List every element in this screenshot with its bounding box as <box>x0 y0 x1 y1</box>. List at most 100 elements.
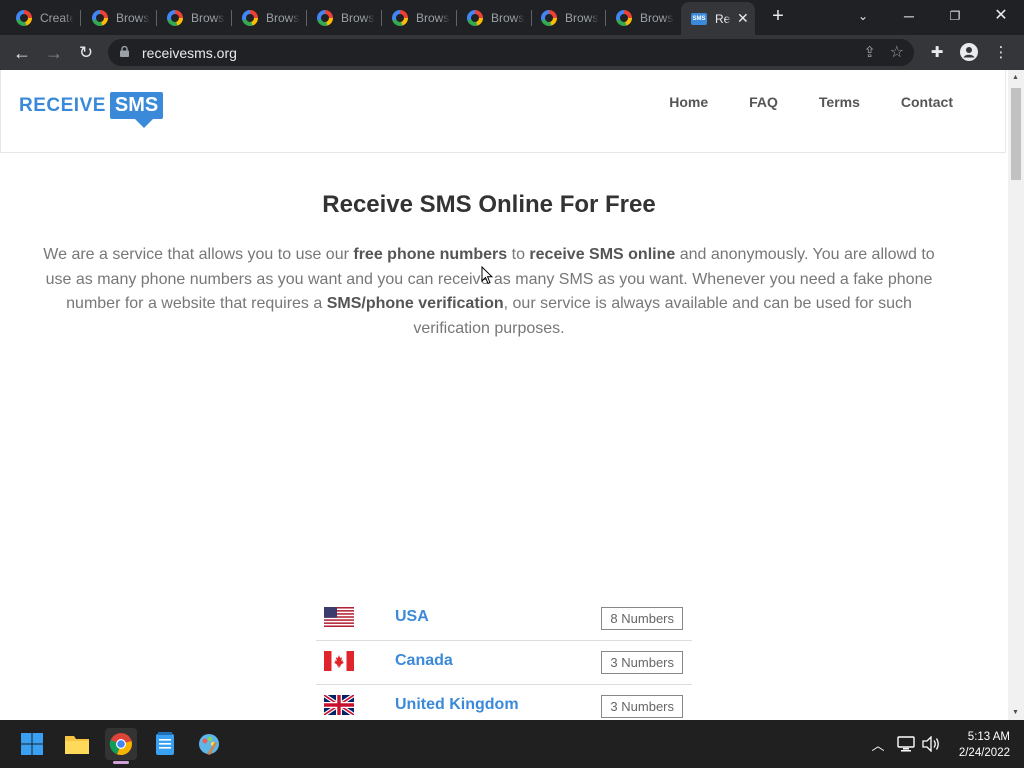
tab-title: Browse <box>565 10 599 25</box>
browser-tab[interactable]: Browse <box>82 4 157 31</box>
google-favicon-icon <box>92 9 108 26</box>
google-favicon-icon <box>16 9 32 26</box>
tab-title: Receive SMS <box>715 11 731 26</box>
google-favicon-icon <box>616 9 632 26</box>
tab-title: Browse <box>341 10 375 25</box>
browser-tab[interactable]: Browse <box>232 4 307 31</box>
extensions-puzzle-icon[interactable]: ✚ <box>927 43 947 61</box>
numbers-count-button[interactable]: 3 Numbers <box>601 695 683 718</box>
volume-icon[interactable] <box>922 736 940 752</box>
main-nav: Home FAQ Terms Contact <box>669 94 953 110</box>
google-favicon-icon <box>392 9 408 26</box>
browser-tab[interactable]: Create <box>6 4 81 31</box>
show-hidden-icons-chevron-icon[interactable]: ︿ <box>870 735 886 754</box>
logo-text-receive: RECEIVE <box>19 94 106 116</box>
paint-icon <box>199 734 219 755</box>
tab-title: Browse <box>116 10 150 25</box>
google-favicon-icon <box>167 9 183 26</box>
browser-tab[interactable]: Browse <box>457 4 532 31</box>
google-favicon-icon <box>467 9 483 26</box>
scrollbar-thumb[interactable] <box>1011 88 1021 180</box>
country-link-usa[interactable]: USA <box>395 608 429 626</box>
intro-text: We are a service that allows you to use … <box>43 246 354 263</box>
browser-tab[interactable]: Browse <box>382 4 457 31</box>
sms-favicon-icon: SMS <box>691 12 707 25</box>
browser-tab[interactable]: Browse <box>606 4 681 31</box>
logo-text-sms: SMS <box>109 92 164 128</box>
start-button[interactable] <box>16 728 48 760</box>
page-viewport: RECEIVE SMS Home FAQ Terms Contact Recei… <box>0 70 1008 720</box>
notepad-icon <box>156 732 174 755</box>
minimize-button[interactable]: ─ <box>897 6 921 26</box>
tab-search-chevron-icon[interactable]: ⌄ <box>851 6 875 26</box>
clock-time: 5:13 AM <box>967 731 1010 743</box>
intro-paragraph: We are a service that allows you to use … <box>38 243 940 341</box>
tab-title: Browse <box>491 10 525 25</box>
tab-title: Browse <box>416 10 450 25</box>
country-row: United Kingdom 3 Numbers <box>316 685 692 720</box>
folder-icon <box>65 736 89 754</box>
scroll-down-arrow-icon[interactable]: ▼ <box>1012 709 1019 716</box>
tab-title: Browse <box>640 10 674 25</box>
forward-button[interactable]: → <box>42 41 66 65</box>
google-favicon-icon <box>242 9 258 26</box>
lock-icon <box>120 46 129 57</box>
tab-title: Create <box>40 10 74 25</box>
uk-flag-icon <box>324 695 354 715</box>
back-button[interactable]: ← <box>10 41 34 65</box>
page-title: Receive SMS Online For Free <box>322 191 656 218</box>
numbers-count-button[interactable]: 8 Numbers <box>601 607 683 630</box>
share-icon[interactable]: ⇪ <box>863 43 876 61</box>
country-row: USA 8 Numbers <box>316 597 692 641</box>
site-logo[interactable]: RECEIVE SMS <box>19 92 164 128</box>
tab-title: Browse <box>266 10 300 25</box>
browser-tab-strip: Create Browse Browse Browse Browse Brows… <box>0 0 1024 35</box>
clock-date: 2/24/2022 <box>958 747 1010 759</box>
country-link-canada[interactable]: Canada <box>395 652 453 670</box>
browser-tab[interactable]: Browse <box>157 4 232 31</box>
intro-bold-text: free phone numbers <box>353 246 508 263</box>
paint-app-button[interactable] <box>193 728 225 760</box>
page-scrollbar[interactable]: ▲ ▼ <box>1008 70 1024 720</box>
system-clock[interactable]: 5:13 AM 2/24/2022 <box>959 729 1010 761</box>
country-link-united-kingdom[interactable]: United Kingdom <box>395 696 519 714</box>
nav-terms[interactable]: Terms <box>819 94 860 110</box>
profile-avatar-icon[interactable] <box>959 43 979 65</box>
intro-text: to <box>507 246 530 263</box>
nav-faq[interactable]: FAQ <box>749 94 778 110</box>
reload-button[interactable]: ↻ <box>74 41 98 65</box>
browser-tab-active[interactable]: SMS Receive SMS ✕ <box>681 2 755 35</box>
chrome-taskbar-button[interactable] <box>105 728 137 764</box>
browser-tab[interactable]: Browse <box>307 4 382 31</box>
network-icon[interactable] <box>897 736 915 752</box>
tab-close-icon[interactable]: ✕ <box>737 10 749 27</box>
nav-contact[interactable]: Contact <box>901 94 953 110</box>
restore-button[interactable]: ❐ <box>943 6 967 26</box>
numbers-count-button[interactable]: 3 Numbers <box>601 651 683 674</box>
windows-taskbar: ︿ 5:13 AM 2/24/2022 <box>0 720 1024 768</box>
browser-menu-icon[interactable]: ⋮ <box>993 43 1009 61</box>
tab-title: Browse <box>191 10 225 25</box>
windows-logo-icon <box>21 733 43 755</box>
chrome-icon <box>109 733 132 756</box>
browser-tab[interactable]: Browse <box>531 4 606 31</box>
intro-bold-text: receive SMS online <box>529 246 676 263</box>
site-header: RECEIVE SMS Home FAQ Terms Contact <box>0 70 1006 153</box>
active-app-indicator <box>113 761 129 764</box>
nav-home[interactable]: Home <box>669 94 708 110</box>
scroll-up-arrow-icon[interactable]: ▲ <box>1012 74 1019 81</box>
close-window-button[interactable]: ✕ <box>989 6 1013 26</box>
bookmark-star-icon[interactable]: ☆ <box>890 42 904 62</box>
notepad-button[interactable] <box>149 728 181 760</box>
url-text: receivesms.org <box>142 45 237 61</box>
google-favicon-icon <box>541 9 557 26</box>
country-row: Canada 3 Numbers <box>316 641 692 685</box>
google-favicon-icon <box>317 9 333 26</box>
intro-bold-text: SMS/phone verification <box>326 295 504 312</box>
canada-flag-icon <box>324 651 354 671</box>
new-tab-button[interactable]: + <box>768 6 788 26</box>
address-bar[interactable]: receivesms.org ⇪ ☆ <box>108 39 914 66</box>
tab-separator <box>80 10 81 26</box>
us-flag-icon <box>324 607 354 627</box>
file-explorer-button[interactable] <box>61 728 93 760</box>
